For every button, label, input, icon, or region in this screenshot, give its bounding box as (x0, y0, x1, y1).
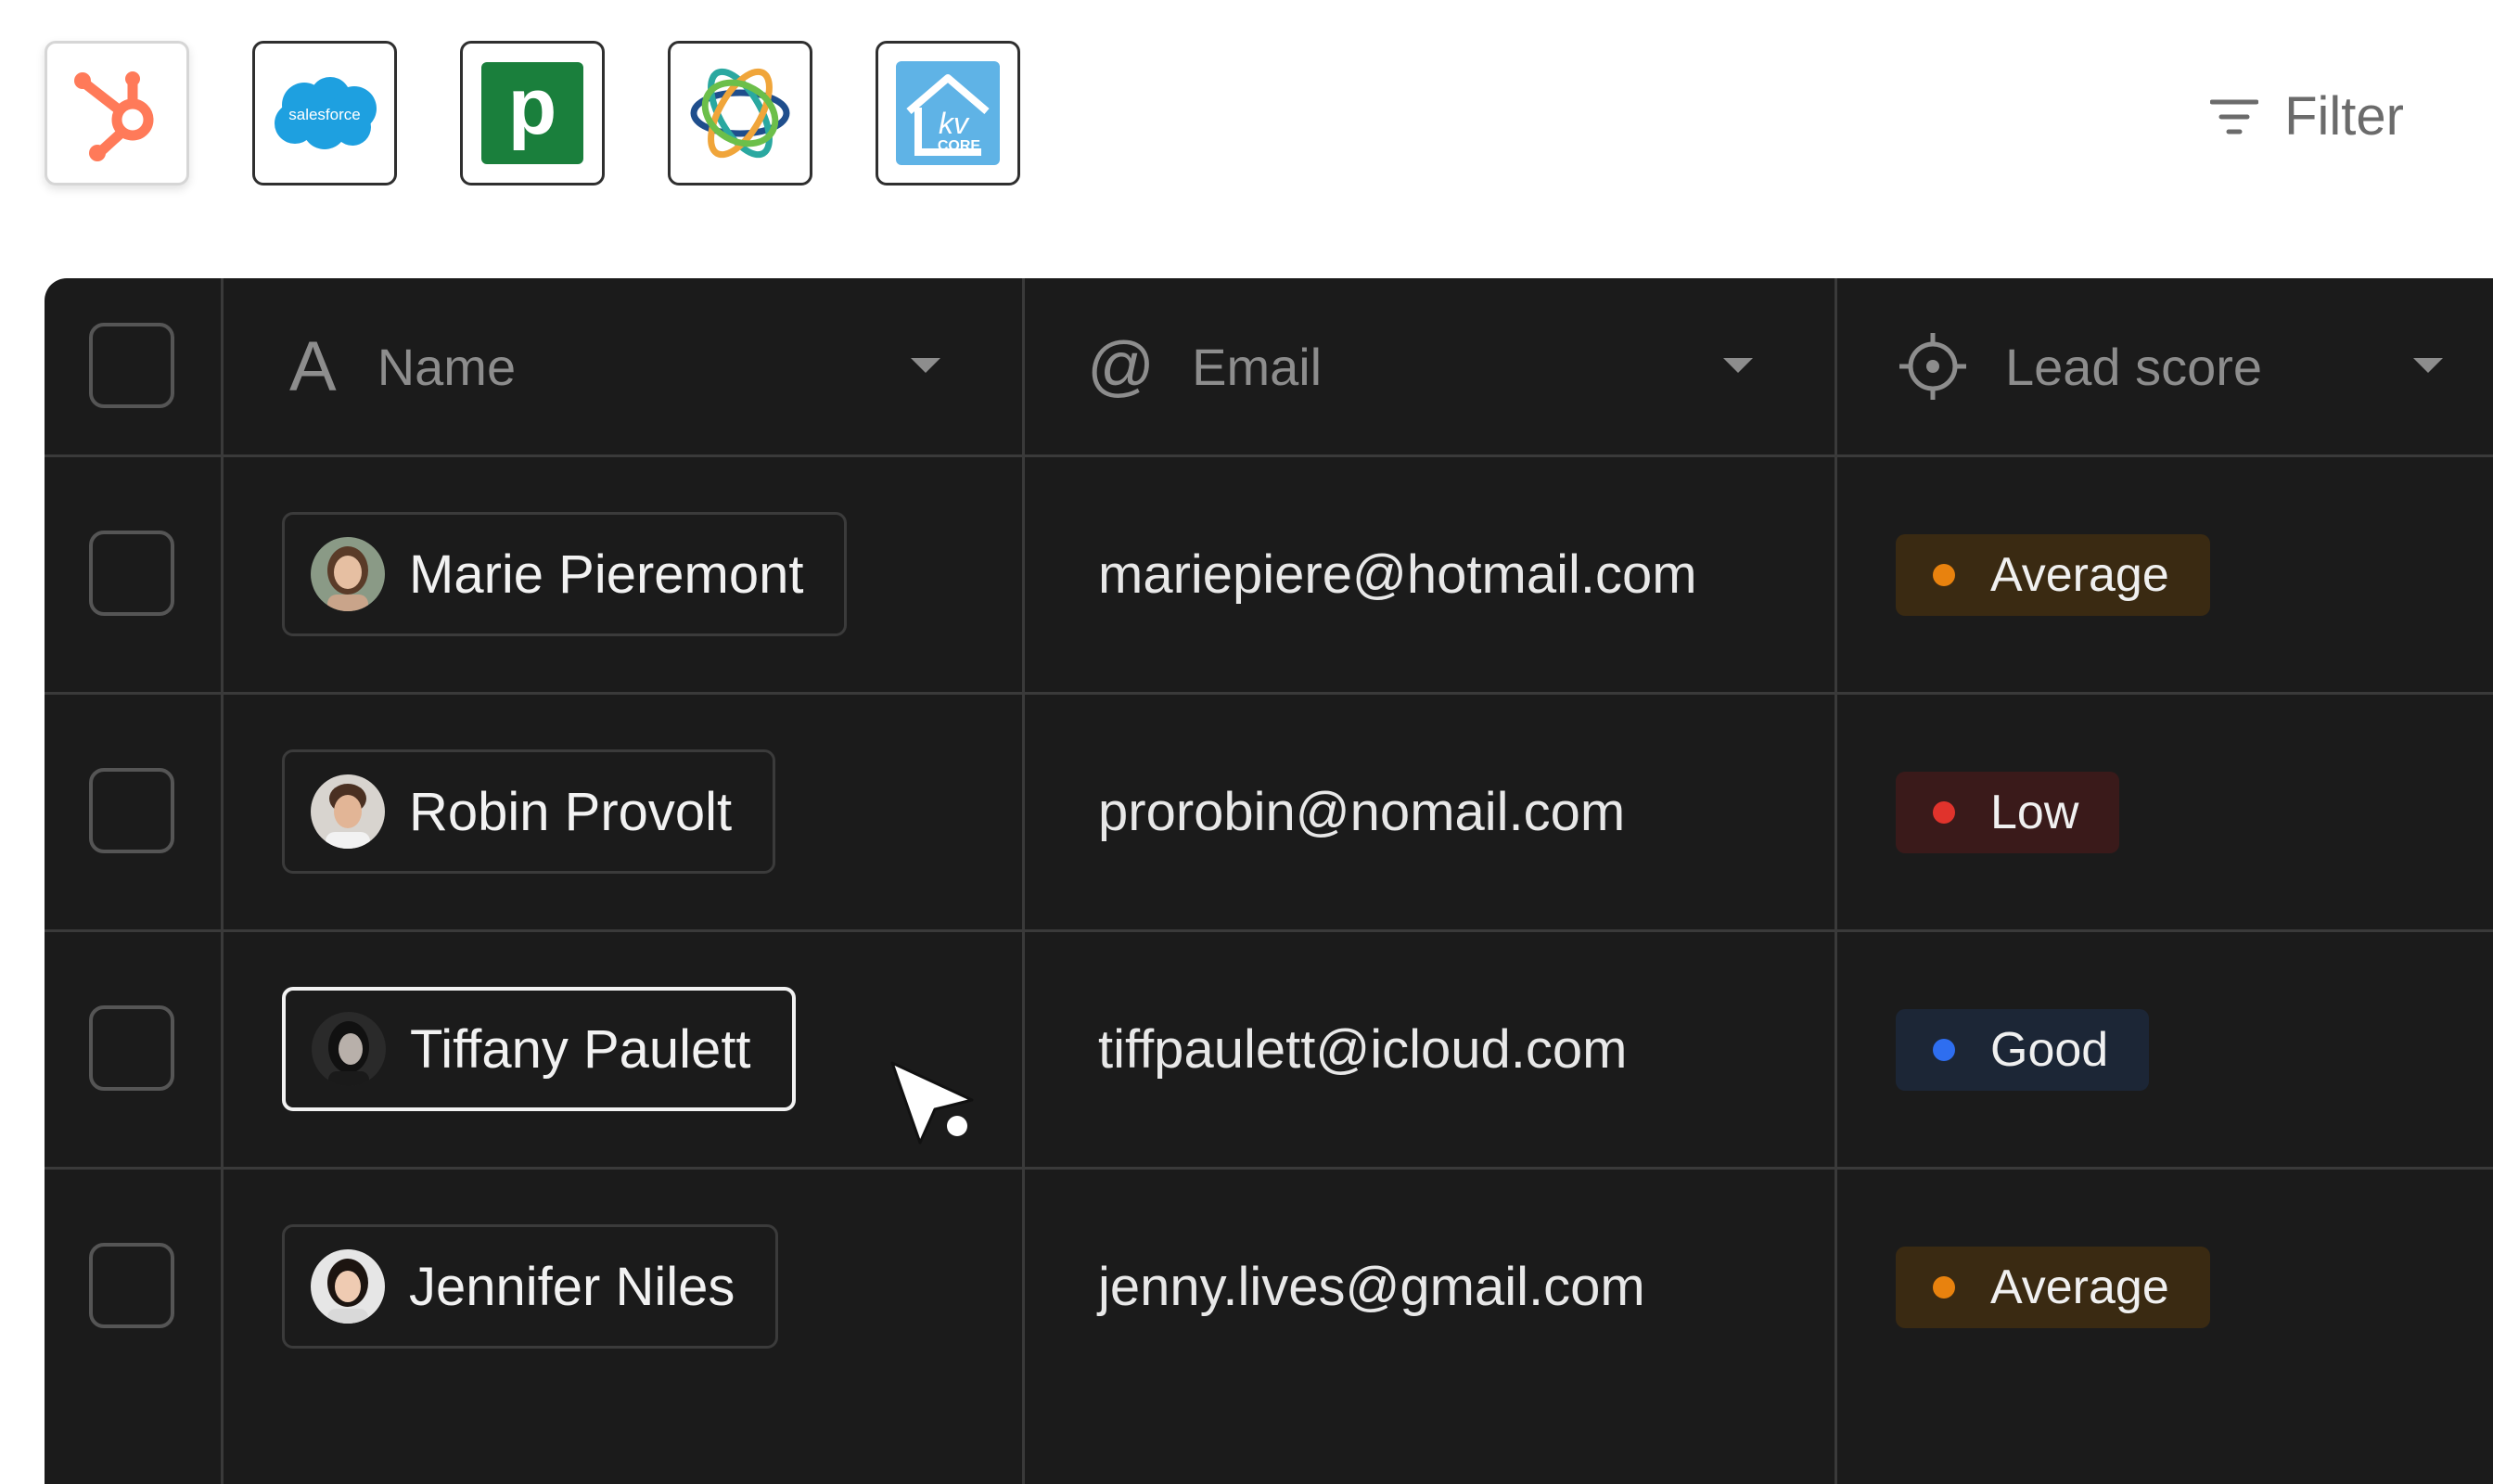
avatar (312, 1012, 386, 1086)
contact-name: Marie Pieremont (409, 544, 804, 605)
contact-name-chip[interactable]: Jennifer Niles (282, 1224, 779, 1349)
row-checkbox[interactable] (89, 1243, 174, 1328)
lead-score-label: Average (1990, 1260, 2169, 1314)
column-label: Lead score (2005, 337, 2263, 396)
lead-score-label: Low (1990, 786, 2079, 839)
column-divider (221, 278, 224, 1484)
status-dot (1933, 801, 1955, 824)
filter-label: Filter (2284, 86, 2404, 147)
chevron-down-icon[interactable] (1723, 358, 1753, 373)
lead-score-badge: Average (1896, 1247, 2210, 1328)
column-label: Email (1192, 337, 1323, 396)
crosshair-icon (1899, 333, 1966, 400)
svg-text:kv: kv (939, 107, 970, 140)
contact-email: tiffpaulett@icloud.com (1098, 1019, 1628, 1080)
row-divider (45, 692, 2493, 695)
row-divider (45, 929, 2493, 932)
avatar (311, 537, 385, 611)
svg-text:salesforce: salesforce (288, 106, 360, 123)
kvcore-tile[interactable]: kv CORE (876, 41, 1020, 186)
lead-score-badge: Low (1896, 772, 2120, 853)
status-dot (1933, 564, 1955, 586)
contact-email: prorobin@nomail.com (1098, 782, 1626, 842)
salesforce-tile[interactable]: salesforce (252, 41, 397, 186)
pipedrive-tile[interactable]: p (460, 41, 605, 186)
chevron-down-icon[interactable] (911, 358, 940, 373)
chevron-down-icon[interactable] (2413, 358, 2443, 373)
lead-score-label: Good (1990, 1023, 2109, 1077)
contact-name: Tiffany Paulett (410, 1018, 751, 1080)
row-divider (45, 1167, 2493, 1170)
column-divider (1835, 278, 1837, 1484)
row-checkbox[interactable] (89, 768, 174, 853)
column-divider (1022, 278, 1025, 1484)
select-all-checkbox[interactable] (89, 323, 174, 408)
text-type-icon: A (289, 326, 337, 406)
svg-text:CORE: CORE (938, 138, 981, 154)
status-dot (1933, 1039, 1955, 1061)
avatar (311, 774, 385, 849)
hubspot-icon (74, 71, 154, 161)
column-label: Name (377, 337, 517, 396)
contact-email: mariepiere@hotmail.com (1098, 544, 1697, 605)
avatar (311, 1249, 385, 1324)
integration-rings-icon (690, 68, 790, 159)
contact-name-chip[interactable]: Tiffany Paulett (282, 987, 796, 1111)
column-header-name[interactable]: A Name (289, 278, 516, 454)
column-header-lead-score[interactable]: Lead score (1898, 278, 2262, 454)
mouse-pointer-icon (890, 1061, 974, 1145)
filter-button[interactable]: Filter (2210, 85, 2404, 147)
lead-score-label: Average (1990, 548, 2169, 602)
contact-name: Jennifer Niles (409, 1256, 735, 1317)
lead-score-badge: Average (1896, 534, 2210, 616)
filter-icon (2210, 99, 2259, 134)
row-checkbox[interactable] (89, 531, 174, 616)
contact-name-chip[interactable]: Marie Pieremont (282, 512, 848, 636)
lead-score-badge: Good (1896, 1009, 2150, 1091)
contact-email: jenny.lives@gmail.com (1098, 1257, 1645, 1317)
integrations-toolbar: salesforce p kv CORE Filter (0, 0, 2493, 241)
row-divider (45, 454, 2493, 457)
salesforce-icon: salesforce (275, 77, 377, 149)
leads-table: A Name @ Email Lead score Marie Pieremon… (45, 278, 2493, 1484)
at-sign-icon: @ (1087, 329, 1156, 403)
contact-name-chip[interactable]: Robin Provolt (282, 749, 776, 874)
row-checkbox[interactable] (89, 1005, 174, 1091)
hubspot-tile[interactable] (45, 41, 189, 186)
pipedrive-icon: p (481, 62, 583, 164)
contact-name: Robin Provolt (409, 781, 733, 842)
status-dot (1933, 1276, 1955, 1298)
column-header-email[interactable]: @ Email (1087, 278, 1322, 454)
integration-rings-tile[interactable] (668, 41, 812, 186)
kvcore-icon: kv CORE (896, 61, 1000, 165)
